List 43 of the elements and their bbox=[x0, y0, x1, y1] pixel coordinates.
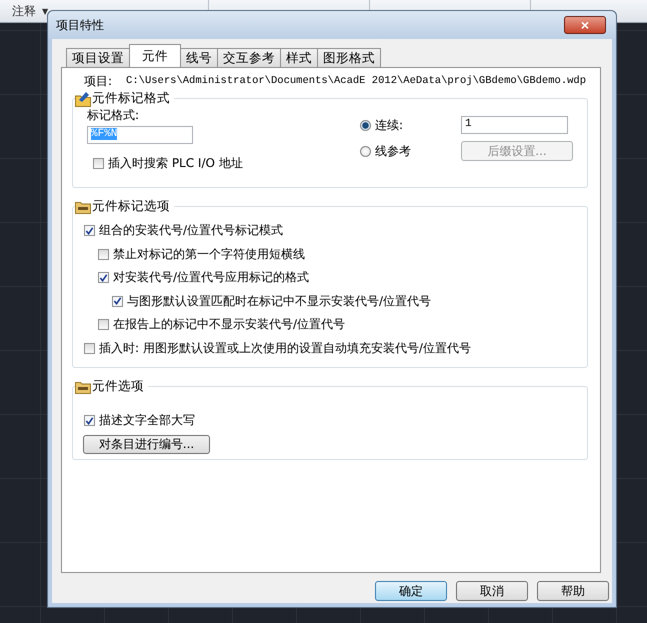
folder-icon bbox=[75, 380, 91, 394]
radio-button[interactable] bbox=[360, 120, 371, 130]
folder-icon bbox=[75, 200, 91, 214]
checkbox[interactable] bbox=[98, 248, 109, 260]
tab[interactable]: 交互参考 bbox=[217, 48, 281, 67]
group-title: 元件标记格式 bbox=[92, 90, 170, 107]
checkbox[interactable] bbox=[84, 342, 95, 354]
tab[interactable]: 图形格式 bbox=[317, 48, 381, 67]
tab[interactable]: 线号 bbox=[180, 48, 218, 67]
checkbox-label: 与图形默认设置匹配时在标记中不显示安装代号/位置代号 bbox=[127, 292, 432, 310]
dialog-button[interactable]: 帮助 bbox=[537, 581, 609, 601]
tab[interactable]: 样式 bbox=[280, 48, 318, 67]
checkbox[interactable] bbox=[84, 415, 95, 426]
checkbox-label: 描述文字全部大写 bbox=[99, 412, 195, 430]
renumber-button[interactable]: 对条目进行编号... bbox=[83, 434, 210, 454]
checkbox-label: 组合的安装代号/位置代号标记模式 bbox=[99, 222, 284, 240]
group-title: 元件选项 bbox=[92, 378, 144, 395]
radio-label: 连续: bbox=[375, 116, 404, 134]
checkbox[interactable] bbox=[93, 158, 104, 170]
checkbox-label: 插入时搜索 PLC I/O 地址 bbox=[108, 155, 243, 172]
window-title: 项目特性 bbox=[56, 16, 104, 34]
start-number-field[interactable]: 1 bbox=[461, 116, 568, 134]
tab[interactable]: 元件 bbox=[129, 44, 181, 67]
dialog-button[interactable]: 取消 bbox=[456, 581, 528, 601]
ribbon-panel-label[interactable]: 注释 bbox=[12, 2, 36, 20]
checkbox[interactable] bbox=[98, 319, 109, 330]
checkbox-label: 在报告上的标记中不显示安装代号/位置代号 bbox=[113, 316, 346, 334]
checkbox[interactable] bbox=[98, 272, 109, 284]
pencil-folder-icon bbox=[75, 90, 91, 106]
checkbox-label: 对安装代号/位置代号应用标记的格式 bbox=[113, 269, 310, 286]
dialog-button[interactable]: 确定 bbox=[375, 581, 447, 601]
dropdown-arrow[interactable]: ▼ bbox=[42, 6, 48, 16]
checkbox[interactable] bbox=[112, 296, 123, 307]
checkbox-label: 禁止对标记的第一个字符使用短横线 bbox=[113, 246, 305, 263]
radio-label: 线参考 bbox=[375, 142, 412, 160]
project-label: 项目: bbox=[84, 72, 112, 90]
field-label: 标记格式: bbox=[87, 107, 140, 124]
tab[interactable]: 项目设置 bbox=[66, 48, 130, 67]
radio-button[interactable] bbox=[360, 146, 371, 156]
group-title: 元件标记选项 bbox=[92, 198, 170, 215]
checkbox[interactable] bbox=[84, 225, 95, 236]
project-path: C:\Users\Administrator\Documents\AcadE 2012\AeData\proj\GBdemo\GBdemo.wdp bbox=[126, 75, 586, 87]
checkbox-label: 插入时: 用图形默认设置或上次使用的设置自动填充安装代号/位置代号 bbox=[99, 340, 471, 357]
